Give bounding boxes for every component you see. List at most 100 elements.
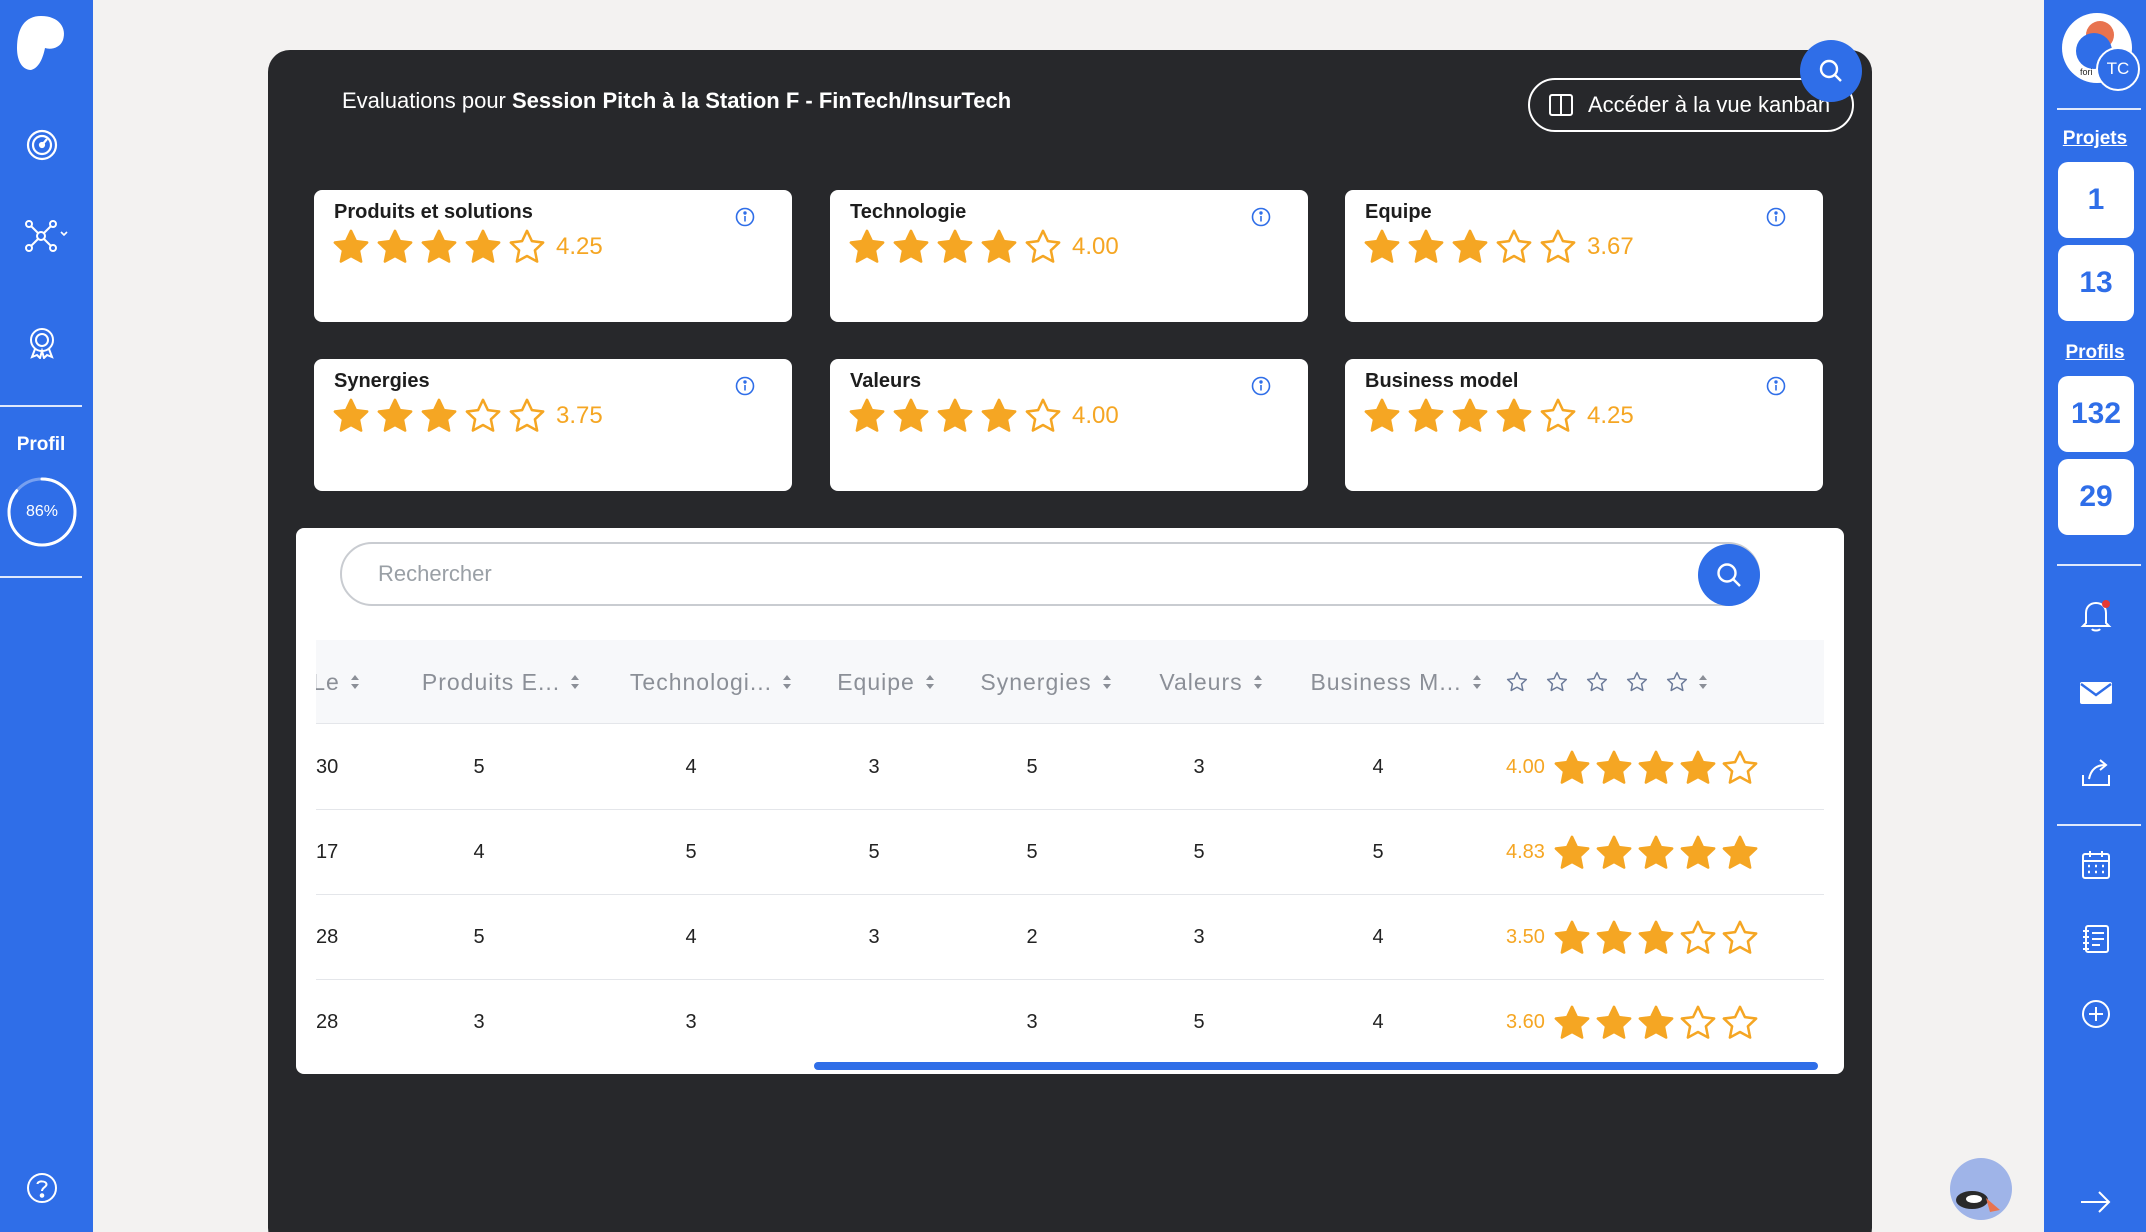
cell-business-model: 4 bbox=[1372, 1011, 1384, 1033]
user-avatar[interactable]: TC bbox=[2096, 47, 2140, 91]
collapse-arrow-icon[interactable] bbox=[2074, 1180, 2118, 1224]
star-empty-icon bbox=[1540, 398, 1576, 432]
cell-equipe: 5 bbox=[868, 841, 880, 863]
column-header-equipe[interactable]: Equipe bbox=[816, 640, 956, 724]
star-filled-icon bbox=[1408, 398, 1444, 432]
profils-count-2[interactable]: 29 bbox=[2058, 459, 2134, 535]
star-empty-icon bbox=[1025, 229, 1061, 263]
info-icon[interactable] bbox=[734, 375, 756, 397]
sort-icon bbox=[350, 673, 360, 691]
info-icon[interactable] bbox=[1250, 206, 1272, 228]
info-icon[interactable] bbox=[1250, 375, 1272, 397]
star-filled-icon bbox=[1680, 835, 1716, 869]
star-filled-icon bbox=[849, 398, 885, 432]
table-row[interactable]: 30 5 4 3 5 3 4 4.00 bbox=[316, 725, 1824, 810]
projets-link[interactable]: Projets bbox=[2044, 128, 2146, 150]
projets-count-1[interactable]: 1 bbox=[2058, 162, 2134, 238]
sort-icon bbox=[1698, 673, 1708, 691]
cell-produits: 4 bbox=[473, 841, 485, 863]
table-header: Le Produits E... Technologi... Equipe Sy… bbox=[316, 640, 1824, 724]
star-filled-icon bbox=[465, 229, 501, 263]
global-search-button[interactable] bbox=[1800, 40, 1862, 102]
calendar-icon[interactable] bbox=[2074, 843, 2118, 887]
star-empty-icon bbox=[1722, 1005, 1758, 1039]
search-input[interactable] bbox=[378, 544, 1678, 604]
star-rating: 4.25 bbox=[1363, 397, 1634, 435]
criteria-title: Technologie bbox=[850, 201, 967, 223]
table-row[interactable]: 28 3 3 3 5 4 3.60 bbox=[316, 980, 1824, 1050]
search-icon bbox=[1819, 59, 1842, 82]
table-row[interactable]: 17 4 5 5 5 5 5 4.83 bbox=[316, 810, 1824, 895]
criteria-card-technologie: Technologie 4.00 bbox=[830, 190, 1308, 322]
info-icon[interactable] bbox=[734, 206, 756, 228]
criteria-title: Equipe bbox=[1365, 201, 1432, 223]
cell-le: 28 bbox=[316, 1011, 339, 1033]
notebook-icon[interactable] bbox=[2074, 917, 2118, 961]
star-empty-icon bbox=[1546, 671, 1568, 692]
column-label: Le bbox=[316, 668, 340, 695]
cell-technologie: 4 bbox=[685, 756, 697, 778]
search-bar bbox=[340, 542, 1760, 606]
star-empty-icon bbox=[509, 398, 545, 432]
column-label: Technologi... bbox=[629, 668, 773, 695]
column-header-rating-filter[interactable] bbox=[1506, 640, 1746, 724]
award-badge-icon[interactable] bbox=[22, 322, 62, 362]
notification-bell-icon[interactable] bbox=[2074, 593, 2118, 637]
star-filled-icon bbox=[1638, 1005, 1674, 1039]
avatar-brand-text: fori bbox=[2080, 67, 2093, 77]
star-filled-icon bbox=[377, 229, 413, 263]
info-icon[interactable] bbox=[1765, 375, 1787, 397]
criteria-card-business-model: Business model 4.25 bbox=[1345, 359, 1823, 491]
criteria-average: 4.25 bbox=[1587, 402, 1634, 429]
column-header-business-model[interactable]: Business M... bbox=[1286, 640, 1506, 724]
star-filled-icon bbox=[937, 398, 973, 432]
criteria-average: 4.00 bbox=[1072, 402, 1119, 429]
column-header-le[interactable]: Le bbox=[316, 640, 366, 724]
chat-assistant-bubble[interactable] bbox=[1950, 1158, 2012, 1220]
star-filled-icon bbox=[893, 229, 929, 263]
network-icon[interactable] bbox=[22, 216, 72, 256]
criteria-title: Synergies bbox=[334, 370, 430, 392]
app-logo[interactable] bbox=[13, 12, 69, 72]
horizontal-scrollbar[interactable] bbox=[814, 1062, 1818, 1070]
profils-count-1[interactable]: 132 bbox=[2058, 376, 2134, 452]
profils-link[interactable]: Profils bbox=[2044, 342, 2146, 364]
search-button[interactable] bbox=[1698, 544, 1760, 606]
cell-valeurs: 3 bbox=[1193, 756, 1205, 778]
profil-label: Profil bbox=[16, 434, 66, 455]
evaluations-table: Le Produits E... Technologi... Equipe Sy… bbox=[316, 640, 1824, 1050]
cell-average-rating: 4.83 bbox=[1506, 810, 1763, 895]
cell-business-model: 5 bbox=[1372, 841, 1384, 863]
mail-icon[interactable] bbox=[2074, 671, 2118, 715]
table-row[interactable]: 28 5 4 3 2 3 4 3.50 bbox=[316, 895, 1824, 980]
sort-icon bbox=[925, 673, 935, 691]
dashboard-gauge-icon[interactable] bbox=[22, 125, 62, 165]
column-header-technologie[interactable]: Technologi... bbox=[606, 640, 816, 724]
projets-count-2[interactable]: 13 bbox=[2058, 245, 2134, 321]
star-rating: 4.00 bbox=[848, 397, 1119, 435]
star-rating: 4.25 bbox=[332, 228, 603, 266]
column-header-valeurs[interactable]: Valeurs bbox=[1136, 640, 1286, 724]
sidebar-divider bbox=[0, 576, 82, 578]
star-filled-icon bbox=[937, 229, 973, 263]
share-export-icon[interactable] bbox=[2074, 750, 2118, 794]
sort-icon bbox=[570, 673, 580, 691]
cell-produits: 5 bbox=[473, 756, 485, 778]
star-empty-icon bbox=[1680, 1005, 1716, 1039]
cell-synergies: 5 bbox=[1026, 756, 1038, 778]
add-circle-icon[interactable] bbox=[2074, 992, 2118, 1036]
evaluations-panel: Evaluations pour Session Pitch à la Stat… bbox=[268, 40, 1872, 1232]
star-filled-icon bbox=[377, 398, 413, 432]
cell-valeurs: 5 bbox=[1193, 841, 1205, 863]
info-icon[interactable] bbox=[1765, 206, 1787, 228]
column-header-produits[interactable]: Produits E... bbox=[396, 640, 606, 724]
star-empty-icon bbox=[465, 398, 501, 432]
criteria-average: 3.75 bbox=[556, 402, 603, 429]
rating-filter-stars[interactable] bbox=[1506, 671, 1688, 693]
cell-equipe: 3 bbox=[868, 756, 880, 778]
cell-average-rating: 3.50 bbox=[1506, 895, 1763, 980]
star-empty-icon bbox=[1025, 398, 1061, 432]
column-header-synergies[interactable]: Synergies bbox=[956, 640, 1136, 724]
help-icon[interactable] bbox=[22, 1168, 62, 1208]
star-filled-icon bbox=[1638, 835, 1674, 869]
